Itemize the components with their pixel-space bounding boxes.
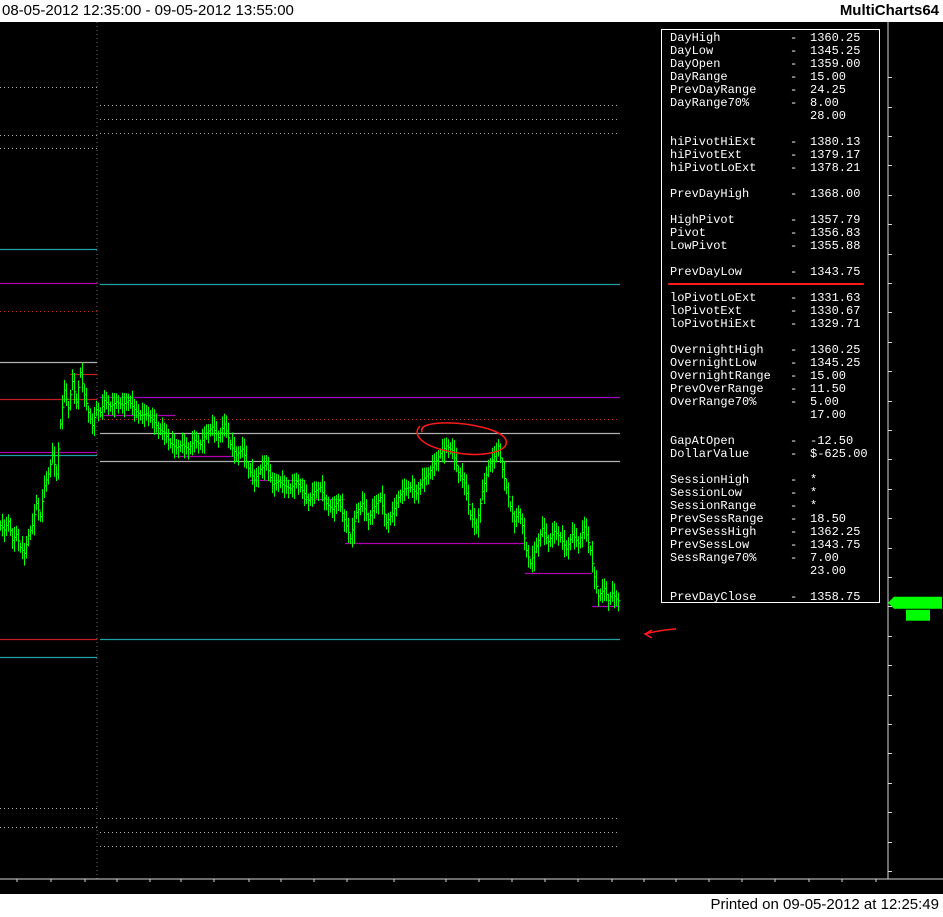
pivot-info-panel: DayHigh -1360.25 DayLow -1345.25 DayOpen -135… <box>661 29 880 604</box>
panel-row-label: LowPivot <box>670 239 728 253</box>
panel-row-value: 1343.75 <box>810 265 861 279</box>
panel-row-dash: - <box>790 187 798 201</box>
title-bar: 08-05-2012 12:35:00 - 09-05-2012 13:55:0… <box>0 0 943 22</box>
panel-row: loPivotHiExt -1329.71 <box>670 318 875 331</box>
printed-timestamp: Printed on 09-05-2012 at 12:25:49 <box>710 896 939 913</box>
chart-date-range: 08-05-2012 12:35:00 - 09-05-2012 13:55:0… <box>2 2 294 19</box>
panel-row-label: SessRange70% <box>670 551 757 565</box>
panel-row: PrevDayHigh -1368.00 <box>670 188 875 201</box>
panel-row-label: PrevDayClose <box>670 590 757 604</box>
panel-row-value: 1378.21 <box>810 161 861 175</box>
panel-row: 17.00 <box>670 409 875 422</box>
panel-row-dash: - <box>790 395 798 409</box>
panel-row-label: DollarValue <box>670 447 750 461</box>
panel-row-label: hiPivotLoExt <box>670 161 757 175</box>
panel-row-label: loPivotHiExt <box>670 317 757 331</box>
panel-row-value: $-625.00 <box>810 447 868 461</box>
panel-row: hiPivotLoExt -1378.21 <box>670 162 875 175</box>
panel-row: PrevDayLow -1343.75 <box>670 266 875 279</box>
panel-row: PrevDayClose -1358.75 <box>670 591 875 604</box>
panel-row-label: PrevDayLow <box>670 265 743 279</box>
panel-row-dash: - <box>790 590 798 604</box>
panel-row-value: 28.00 <box>810 109 847 123</box>
panel-row-dash: - <box>790 161 798 175</box>
panel-row-dash: - <box>790 96 798 110</box>
app-name: MultiCharts64 <box>839 2 939 19</box>
panel-row-dash: - <box>790 551 798 565</box>
panel-row-label: PrevDayHigh <box>670 187 750 201</box>
panel-row: DollarValue - $-625.00 <box>670 448 875 461</box>
panel-row-value: 23.00 <box>810 564 847 578</box>
panel-row-value: 1358.75 <box>810 590 861 604</box>
panel-row-value: 1329.71 <box>810 317 861 331</box>
annotation-underline <box>668 283 864 285</box>
last-price-marker <box>888 596 942 609</box>
panel-row-dash: - <box>790 239 798 253</box>
panel-row-dash: - <box>790 265 798 279</box>
panel-row-label: DayRange70% <box>670 96 750 110</box>
panel-row-value: 17.00 <box>810 408 847 422</box>
panel-row-label: OverRange70% <box>670 395 757 409</box>
panel-row: 28.00 <box>670 110 875 123</box>
panel-row-dash: - <box>790 447 798 461</box>
countdown-box <box>906 609 930 621</box>
panel-row-dash: - <box>790 317 798 331</box>
panel-row-value: 1368.00 <box>810 187 861 201</box>
panel-row-value: 1355.88 <box>810 239 861 253</box>
panel-row: 23.00 <box>670 565 875 578</box>
panel-row: LowPivot -1355.88 <box>670 240 875 253</box>
